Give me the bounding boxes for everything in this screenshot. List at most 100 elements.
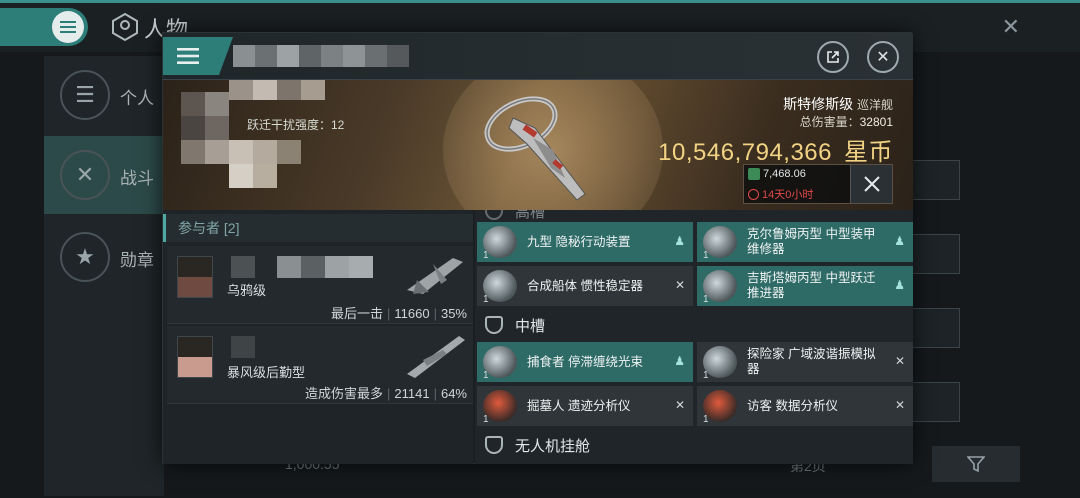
module-quantity: 1 bbox=[703, 370, 709, 381]
obscured-portrait-block bbox=[277, 140, 301, 164]
participant-stats: 最后一击 | 11660 | 35% bbox=[330, 306, 467, 321]
modal-menu-button[interactable] bbox=[163, 37, 233, 75]
dropped-icon: ♟ bbox=[894, 278, 905, 292]
participant-ship-name: 乌鸦级 bbox=[227, 283, 267, 298]
total-damage-label: 总伤害量： bbox=[799, 115, 860, 129]
obscured-name-block bbox=[301, 256, 325, 278]
participant-percent: 35% bbox=[440, 306, 467, 321]
killmail-modal: ✕ 跃迁干扰强度：12 斯特修斯级 巡洋舰 总伤害量：32801 10,546,… bbox=[162, 32, 913, 464]
timer-row: 14天0小时 bbox=[748, 186, 813, 202]
ship-hero-banner: 跃迁干扰强度：12 斯特修斯级 巡洋舰 总伤害量：32801 10,546,79… bbox=[163, 80, 913, 210]
shield-icon bbox=[485, 210, 503, 220]
background-close-icon[interactable]: ✕ bbox=[1002, 14, 1020, 40]
obscured-portrait-block bbox=[253, 140, 277, 164]
sidebar-item-label: 个人 bbox=[120, 89, 154, 108]
total-damage: 总伤害量：32801 bbox=[800, 113, 893, 130]
dropped-icon: ♟ bbox=[894, 234, 905, 248]
module-item[interactable]: 1 合成船体 惯性稳定器 ✕ bbox=[477, 266, 693, 306]
module-name: 探险家 广域波谐振模拟器 bbox=[747, 347, 876, 376]
obscured-name-block bbox=[325, 256, 349, 278]
drone-bay-header: 无人机挂舱 bbox=[475, 430, 913, 460]
obscured-name-block bbox=[277, 256, 301, 278]
kill-info-box: 7,468.06 14天0小时 bbox=[743, 164, 893, 204]
obscured-portrait-block bbox=[205, 116, 229, 140]
sidebar-item-personal[interactable]: ☰ 个人 bbox=[44, 56, 164, 134]
obscured-portrait-block bbox=[181, 140, 205, 164]
module-name: 吉斯塔姆丙型 中型跃迁推进器 bbox=[747, 271, 876, 300]
module-item[interactable]: 1 九型 隐秘行动装置 ♟ bbox=[477, 222, 693, 262]
share-button[interactable] bbox=[817, 41, 849, 73]
participant-avatar bbox=[177, 336, 213, 378]
warp-disruption-strength: 跃迁干扰强度：12 bbox=[247, 118, 345, 132]
ship-name: 斯特修斯级 巡洋舰 bbox=[783, 94, 893, 114]
dropped-icon: ♟ bbox=[674, 234, 685, 248]
module-item[interactable]: 1 访客 数据分析仪 ✕ bbox=[697, 386, 913, 426]
security-row: 7,468.06 bbox=[748, 168, 806, 180]
sidebar-item-combat[interactable]: ✕ 战斗 bbox=[44, 136, 164, 214]
participant-role: 最后一击 bbox=[330, 306, 383, 321]
module-name: 访客 数据分析仪 bbox=[747, 398, 838, 413]
module-item[interactable]: 1 克尔鲁姆丙型 中型装甲维修器 ♟ bbox=[697, 222, 913, 262]
obscured-name-block bbox=[387, 45, 409, 67]
module-quantity: 1 bbox=[483, 294, 489, 305]
sidebar-item-label: 战斗 bbox=[120, 169, 154, 188]
module-item[interactable]: 1 掘墓人 遗迹分析仪 ✕ bbox=[477, 386, 693, 426]
sidebar-item-medals[interactable]: ★ 勋章 bbox=[44, 218, 164, 296]
participant-item[interactable]: 乌鸦级 最后一击 | 11660 | 35% bbox=[167, 246, 473, 324]
share-icon bbox=[827, 51, 839, 63]
module-quantity: 1 bbox=[703, 250, 709, 261]
slot-header-label: 中槽 bbox=[515, 317, 546, 335]
background-right-box bbox=[912, 382, 960, 422]
total-damage-value: 32801 bbox=[859, 115, 893, 129]
destroyed-icon: ✕ bbox=[894, 354, 905, 368]
close-button[interactable]: ✕ bbox=[867, 41, 899, 73]
background-right-box bbox=[912, 160, 960, 200]
slot-header-label: 无人机挂舱 bbox=[515, 437, 591, 455]
fitting-tools-button[interactable] bbox=[850, 165, 892, 203]
background-right-box bbox=[912, 308, 960, 348]
filter-icon bbox=[967, 456, 985, 473]
wrench-screwdriver-icon bbox=[863, 176, 880, 192]
filter-button[interactable] bbox=[932, 446, 1020, 482]
module-name: 合成船体 惯性稳定器 bbox=[527, 278, 643, 293]
sidebar-item-label: 勋章 bbox=[120, 251, 154, 270]
obscured-portrait-block bbox=[205, 92, 229, 116]
shield-icon bbox=[485, 316, 503, 334]
shield-icon bbox=[485, 436, 503, 454]
obscured-name-block bbox=[299, 45, 321, 67]
time-remaining: 14天0小时 bbox=[762, 189, 814, 201]
modal-header: ✕ bbox=[163, 33, 913, 80]
destroyed-ship-image bbox=[484, 96, 586, 201]
obscured-portrait-block bbox=[301, 80, 325, 100]
menu-icon bbox=[177, 48, 199, 64]
ship-class: 巡洋舰 bbox=[856, 98, 893, 112]
slot-header-label: 高槽 bbox=[515, 210, 546, 221]
obscured-name-block bbox=[231, 256, 255, 278]
module-quantity: 1 bbox=[483, 370, 489, 381]
module-item[interactable]: 1 捕食者 停滞缠绕光束 ♟ bbox=[477, 342, 693, 382]
module-quantity: 1 bbox=[703, 294, 709, 305]
module-quantity: 1 bbox=[703, 414, 709, 425]
obscured-name-block bbox=[277, 45, 299, 67]
obscured-portrait-block bbox=[181, 92, 205, 116]
module-name: 九型 隐秘行动装置 bbox=[527, 234, 631, 249]
obscured-portrait-block bbox=[253, 80, 277, 100]
participant-ship-name: 暴风级后勤型 bbox=[227, 365, 306, 380]
list-icon: ☰ bbox=[60, 70, 110, 120]
participant-item[interactable]: 暴风级后勤型 造成伤害最多 | 21141 | 64% bbox=[167, 326, 473, 404]
background-menu-button[interactable] bbox=[0, 8, 88, 46]
participant-damage: 21141 bbox=[394, 386, 430, 401]
participant-role: 造成伤害最多 bbox=[304, 386, 383, 401]
obscured-portrait-block bbox=[229, 164, 253, 188]
participant-avatar bbox=[177, 256, 213, 298]
participant-damage: 11660 bbox=[394, 306, 430, 321]
obscured-name-block bbox=[233, 45, 255, 67]
ship-name-text: 斯特修斯级 bbox=[783, 96, 854, 112]
obscured-portrait-block bbox=[181, 116, 205, 140]
module-name: 捕食者 停滞缠绕光束 bbox=[527, 354, 643, 369]
menu-icon bbox=[52, 11, 84, 43]
module-item[interactable]: 1 探险家 广域波谐振模拟器 ✕ bbox=[697, 342, 913, 382]
dropped-icon: ♟ bbox=[674, 354, 685, 368]
module-item[interactable]: 1 吉斯塔姆丙型 中型跃迁推进器 ♟ bbox=[697, 266, 913, 306]
mid-slot-header: 中槽 bbox=[475, 310, 913, 340]
